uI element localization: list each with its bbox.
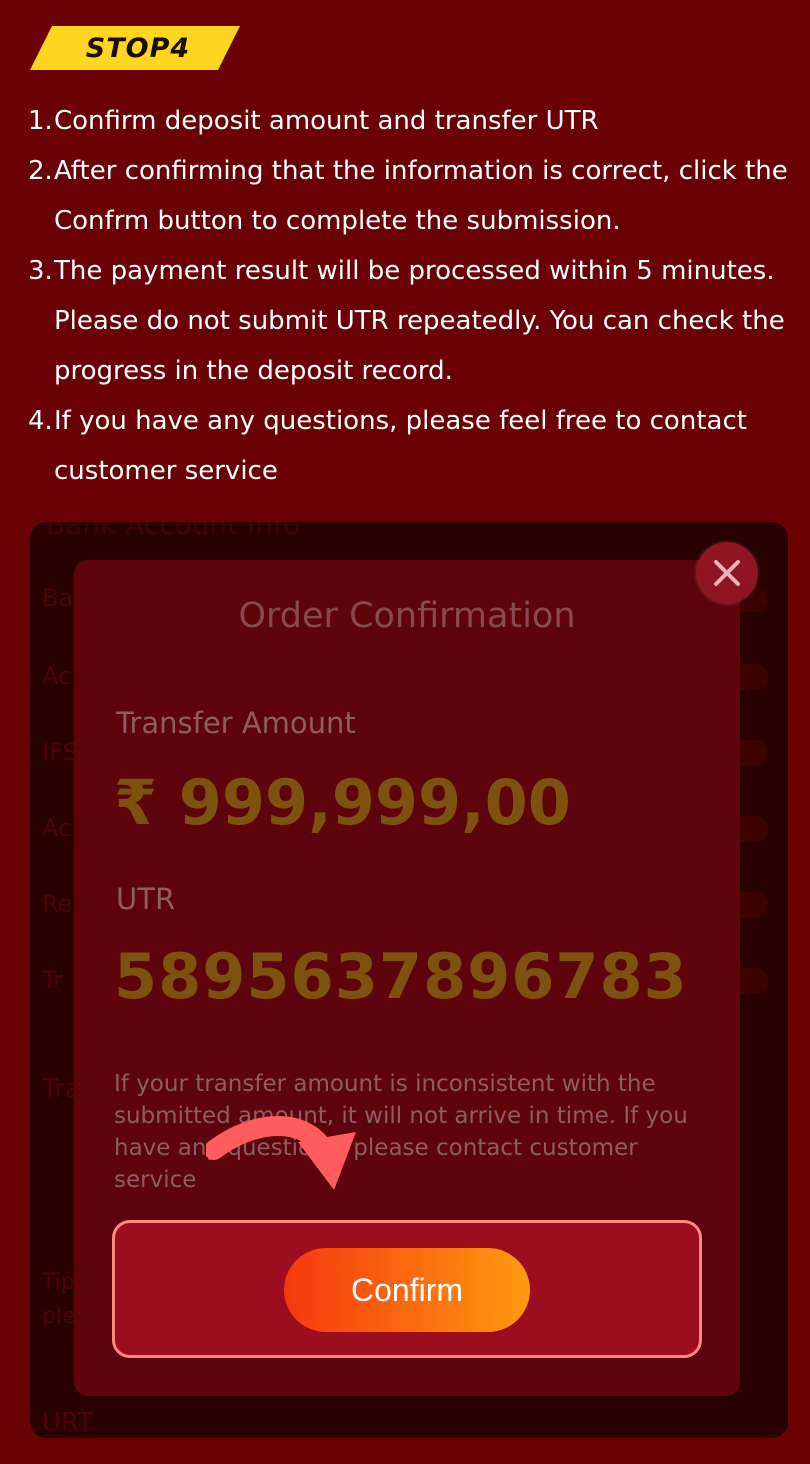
- instruction-text: The payment result will be processed wit…: [54, 256, 785, 386]
- instruction-text: Confirm deposit amount and transfer UTR: [54, 106, 599, 136]
- close-icon: [714, 560, 740, 586]
- utr-value: 5895637896783: [114, 940, 688, 1013]
- step-tag-label: STOP4: [85, 32, 191, 64]
- instructions-list: 1. Confirm deposit amount and transfer U…: [28, 96, 798, 496]
- transfer-amount-value: ₹ 999,999,00: [114, 766, 571, 839]
- instruction-number: 4.: [28, 406, 53, 436]
- bank-row-label: Re: [42, 890, 73, 918]
- step-tag: STOP4: [30, 26, 240, 70]
- bank-panel-title: Bank Account Info: [46, 522, 301, 541]
- instruction-text: After confirming that the information is…: [54, 156, 788, 236]
- bank-row-label: Tr: [42, 966, 63, 994]
- bank-row-label: IFS: [42, 738, 78, 766]
- bank-row-label: Ac: [42, 814, 72, 842]
- pointer-arrow-icon: [206, 1116, 356, 1190]
- instruction-number: 1.: [28, 106, 53, 136]
- instruction-number: 2.: [28, 156, 53, 186]
- close-button[interactable]: [696, 542, 758, 604]
- tip-line: Tip: [42, 1270, 75, 1295]
- utr-label: UTR: [116, 882, 176, 916]
- instruction-text: If you have any questions, please feel f…: [54, 406, 747, 486]
- confirm-button[interactable]: Confirm: [284, 1248, 530, 1332]
- instruction-item: 3. The payment result will be processed …: [28, 246, 798, 396]
- modal-title: Order Confirmation: [238, 596, 576, 636]
- instruction-item: 1. Confirm deposit amount and transfer U…: [28, 96, 798, 146]
- instruction-item: 2. After confirming that the information…: [28, 146, 798, 246]
- tip-line: ple: [42, 1304, 76, 1329]
- instruction-number: 3.: [28, 256, 53, 286]
- transfer-amount-label: Transfer Amount: [116, 706, 356, 740]
- bank-row-label: Ac: [42, 662, 72, 690]
- instruction-item: 4. If you have any questions, please fee…: [28, 396, 798, 496]
- utr-footer-label: URT: [42, 1408, 94, 1438]
- bank-row-label: Ba: [42, 584, 74, 612]
